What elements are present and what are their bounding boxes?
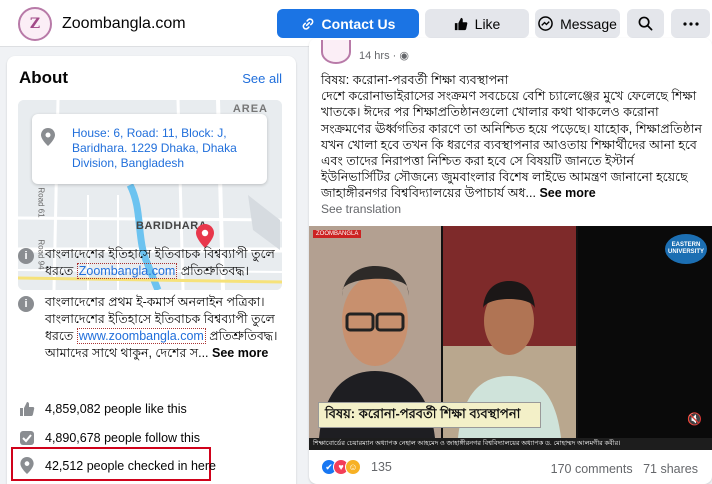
post-card: 14 hrs · ◉ বিষয়: করোনা-পরবর্তী শিক্ষা ব… — [309, 38, 712, 484]
video-player[interactable]: ZOOMBANGLA EASTERN UNIVERSITY বিষয়: করো… — [309, 226, 712, 450]
info-icon: i — [18, 296, 34, 312]
reactions-count: 135 — [371, 460, 392, 474]
website-url-link[interactable]: www.zoombangla.com — [76, 328, 206, 344]
follows-stat: 4,890,678 people follow this — [18, 429, 200, 446]
mute-icon[interactable]: 🔇 — [687, 412, 702, 426]
post-timestamp[interactable]: 14 hrs · ◉ — [359, 49, 409, 62]
message-button[interactable]: Message — [535, 9, 620, 38]
video-ticker: শিক্ষাবোর্ডের চেয়ারম্যান অধ্যাপক নেহাল … — [309, 438, 712, 450]
likes-count: 4,859,082 people like this — [45, 401, 187, 416]
contact-us-button[interactable]: Contact Us — [277, 9, 419, 38]
video-pane-logo: EASTERN UNIVERSITY — [578, 226, 712, 438]
contact-us-label: Contact Us — [321, 15, 396, 32]
see-more-link[interactable]: See more — [539, 186, 595, 200]
info-row-description: i বাংলাদেশের প্রথম ই-কমার্স অনলাইন পত্রি… — [18, 294, 288, 362]
post-text: বিষয়: করোনা-পরবর্তী শিক্ষা ব্যবস্থাপনা … — [321, 73, 702, 201]
haha-reaction-icon: ☺ — [345, 459, 361, 475]
more-options-button[interactable] — [671, 9, 710, 38]
about-card: About See all AREA Road 61 Road 94 BARID… — [7, 56, 296, 484]
search-icon — [638, 16, 653, 31]
see-all-link[interactable]: See all — [242, 71, 282, 86]
like-page-button[interactable]: Like — [425, 9, 529, 38]
message-label: Message — [560, 15, 617, 32]
see-more-link[interactable]: See more — [212, 346, 268, 360]
globe-icon: ◉ — [399, 50, 409, 62]
shares-count[interactable]: 71 shares — [643, 462, 698, 476]
video-title-overlay: বিষয়: করোনা-পরবর্তী শিক্ষা ব্যবস্থাপনা — [318, 402, 541, 428]
comments-count[interactable]: 170 comments — [551, 462, 633, 476]
website-link[interactable]: Zoombangla.com — [76, 263, 178, 279]
channel-tag: ZOOMBANGLA — [313, 230, 362, 238]
address-card[interactable]: House: 6, Road: 11, Block: J, Baridhara.… — [32, 114, 267, 184]
address-text[interactable]: House: 6, Road: 11, Block: J, Baridhara.… — [72, 126, 258, 171]
info-row-tagline: i বাংলাদেশের ইতিহাসে ইতিবাচক বিশ্বব্যাপী… — [18, 246, 288, 280]
search-button[interactable] — [627, 9, 664, 38]
thumbs-up-icon — [454, 17, 467, 30]
checkins-stat: 42,512 people checked in here — [18, 457, 216, 474]
reactions-summary[interactable]: ✔ ♥ ☺ 135 — [321, 459, 392, 475]
about-title: About — [19, 68, 69, 87]
tagline-suffix: প্রতিশ্রুতিবদ্ধ। — [177, 264, 249, 278]
page-avatar[interactable]: Z — [18, 7, 52, 41]
messenger-icon — [538, 16, 553, 31]
post-body: বিষয়: করোনা-পরবর্তী শিক্ষা ব্যবস্থাপনা … — [321, 72, 704, 202]
post-author-avatar[interactable] — [321, 40, 351, 64]
location-pin-icon — [18, 457, 35, 474]
like-label: Like — [474, 15, 501, 32]
location-pin-icon — [41, 128, 55, 146]
link-icon — [302, 17, 313, 30]
engagement-stats: 170 comments 71 shares — [551, 462, 698, 476]
likes-stat: 4,859,082 people like this — [18, 400, 187, 417]
follow-check-icon — [18, 429, 35, 446]
post-time-text: 14 hrs · — [359, 50, 400, 62]
more-options-icon — [682, 21, 699, 26]
university-logo: EASTERN UNIVERSITY — [665, 234, 707, 264]
map-marker-icon[interactable] — [196, 224, 214, 248]
page-name[interactable]: Zoombangla.com — [62, 15, 186, 33]
thumbs-up-icon — [18, 400, 35, 417]
see-translation-link[interactable]: See translation — [321, 202, 401, 216]
brand[interactable]: Z Zoombangla.com — [18, 7, 186, 41]
map-road-label: Road 61 — [36, 187, 46, 218]
checkins-count: 42,512 people checked in here — [45, 458, 216, 473]
info-icon: i — [18, 248, 34, 264]
description-line-1: বাংলাদেশের প্রথম ই-কমার্স অনলাইন পত্রিকা… — [45, 295, 265, 309]
follows-count: 4,890,678 people follow this — [45, 430, 200, 445]
